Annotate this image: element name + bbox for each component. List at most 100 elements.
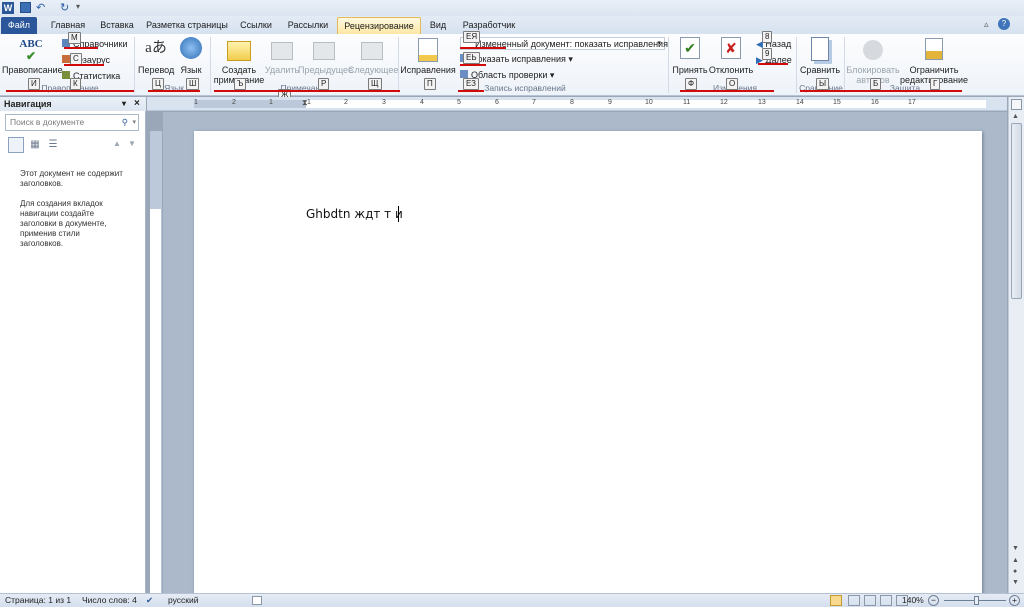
redo-icon[interactable]: ↻ xyxy=(60,1,69,14)
word-logo-icon[interactable]: W xyxy=(2,2,14,14)
review-pane-icon xyxy=(460,70,468,78)
spelling-button[interactable]: ABC ✔ Правописание xyxy=(2,37,63,75)
document-text[interactable]: Ghbdtn ждт т и xyxy=(306,207,403,221)
previous-comment-button[interactable]: Предыдущее xyxy=(298,37,353,75)
reject-icon: ✘ xyxy=(721,37,741,59)
scroll-up-icon[interactable]: ▲ xyxy=(1012,113,1019,120)
annotation-underline xyxy=(6,90,134,92)
annotation-underline xyxy=(800,90,962,92)
delete-comment-icon xyxy=(271,42,293,60)
previous-comment-icon xyxy=(313,42,335,60)
web-layout-icon[interactable] xyxy=(864,595,876,606)
close-icon[interactable]: × xyxy=(134,97,140,111)
compare-button[interactable]: Сравнить xyxy=(798,37,842,75)
status-word-count[interactable]: Число слов: 4 xyxy=(82,594,137,607)
full-screen-reading-icon[interactable] xyxy=(848,595,860,606)
scroll-thumb[interactable] xyxy=(1011,123,1022,299)
next-comment-icon xyxy=(361,42,383,60)
keytip-previous-change: 8 xyxy=(762,31,773,43)
print-layout-icon[interactable] xyxy=(830,595,842,606)
ribbon-tabs: Файл Главная Вставка Разметка страницы С… xyxy=(0,16,1024,34)
dropdown-arrow-icon: ▾ xyxy=(657,40,661,47)
keytip-next-comment: Щ xyxy=(368,78,382,90)
zoom-slider-thumb[interactable] xyxy=(974,596,979,605)
undo-icon[interactable]: ↶ xyxy=(36,1,45,14)
tab-mailings[interactable]: Рассылки xyxy=(284,17,332,34)
status-language[interactable]: русский xyxy=(168,594,199,607)
compare-icon xyxy=(811,37,829,61)
proofing-status-icon[interactable]: ✔ xyxy=(146,594,153,607)
annotation-underline xyxy=(680,90,774,92)
macro-record-icon[interactable] xyxy=(252,596,262,605)
browse-object-icon[interactable]: ● xyxy=(1013,568,1017,575)
navigation-header: Навигация ▾ × xyxy=(0,97,146,111)
help-icon[interactable]: ? xyxy=(998,18,1010,30)
pane-options-icon[interactable]: ▾ xyxy=(122,97,126,111)
ruler-tick-label: 14 xyxy=(796,99,804,106)
previous-result-icon[interactable]: ▲ xyxy=(113,139,121,148)
tab-page-layout[interactable]: Разметка страницы xyxy=(146,17,228,34)
next-comment-button[interactable]: Следующее xyxy=(348,37,398,75)
ruler-tick-label: 15 xyxy=(833,99,841,106)
vertical-scrollbar[interactable]: ▲ ▼ ▲ ● ▼ xyxy=(1008,97,1024,593)
customize-toolbar-icon[interactable]: ▾ xyxy=(76,2,80,11)
group-separator xyxy=(210,37,211,93)
vertical-ruler[interactable] xyxy=(150,131,162,593)
block-authors-icon xyxy=(863,40,883,60)
tab-headings[interactable] xyxy=(8,137,24,153)
accept-button[interactable]: ✔ Принять xyxy=(670,37,710,75)
save-icon[interactable] xyxy=(20,2,31,13)
outline-icon[interactable] xyxy=(880,595,892,606)
zoom-out-icon[interactable]: − xyxy=(928,595,939,606)
search-input[interactable]: Поиск в документе ⚲ ▾ xyxy=(5,114,139,131)
tab-results[interactable]: ☰ xyxy=(45,137,61,153)
annotation-underline xyxy=(64,64,104,66)
language-button[interactable]: Язык xyxy=(176,37,206,75)
reject-button[interactable]: ✘ Отклонить xyxy=(708,37,754,75)
next-result-icon[interactable]: ▼ xyxy=(128,139,136,148)
document-page[interactable] xyxy=(194,131,982,607)
previous-page-icon[interactable]: ▲ xyxy=(1012,557,1019,564)
ruler-toggle-icon[interactable] xyxy=(1011,99,1022,110)
status-page[interactable]: Страница: 1 из 1 xyxy=(5,594,71,607)
tab-file[interactable]: Файл xyxy=(1,17,37,34)
tab-insert[interactable]: Вставка xyxy=(96,17,138,34)
translate-button[interactable]: aあ Перевод xyxy=(138,37,174,75)
ruler-tick-label: 8 xyxy=(570,99,574,106)
keytip-statistics: К xyxy=(70,78,81,90)
zoom-in-icon[interactable]: + xyxy=(1009,595,1020,606)
search-placeholder: Поиск в документе xyxy=(10,117,85,127)
ruler-tick-label: 13 xyxy=(758,99,766,106)
search-icon[interactable]: ⚲ xyxy=(122,115,128,130)
keytip-reject: О xyxy=(726,78,739,90)
keytip-spelling: И xyxy=(28,78,40,90)
track-changes-button[interactable]: Исправления xyxy=(400,37,456,75)
tab-references[interactable]: Ссылки xyxy=(236,17,276,34)
tab-pages[interactable]: ▦ xyxy=(27,137,43,153)
status-zoom-level[interactable]: 140% xyxy=(902,594,924,607)
spelling-abc-icon: ABC ✔ xyxy=(19,38,43,63)
scroll-down-icon[interactable]: ▼ xyxy=(1012,545,1019,552)
ruler-tick-label: 6 xyxy=(495,99,499,106)
chevron-down-icon[interactable]: ▾ xyxy=(132,115,136,130)
compare-label: Сравнить xyxy=(799,65,841,75)
new-comment-label-1: Создать xyxy=(221,65,257,75)
ruler-tick-label: 2 xyxy=(344,99,348,106)
minimize-ribbon-icon[interactable]: ▵ xyxy=(984,19,989,30)
ruler-tick-label: 4 xyxy=(420,99,424,106)
keytip-block-authors: Б xyxy=(870,78,882,90)
ruler-tick-label: 1 xyxy=(269,99,273,106)
horizontal-ruler[interactable]: ⧗ 1 2 1 1 2 3 4 5 6 7 8 9 10 11 12 13 14 15 16 17 xyxy=(147,97,1007,111)
keytip-language: Ш xyxy=(186,78,200,90)
annotation-underline xyxy=(758,63,788,65)
group-separator xyxy=(134,37,135,93)
track-changes-icon xyxy=(418,38,438,62)
navigation-title: Навигация xyxy=(4,99,52,109)
tab-review[interactable]: Рецензирование xyxy=(337,17,421,34)
next-page-icon[interactable]: ▼ xyxy=(1012,579,1019,586)
ruler-tick-label: 10 xyxy=(645,99,653,106)
tab-view[interactable]: Вид xyxy=(426,17,450,34)
ruler-tick-label: 2 xyxy=(232,99,236,106)
delete-comment-button[interactable]: Удалить xyxy=(264,37,300,75)
keytip-translate: Ц xyxy=(152,78,164,90)
